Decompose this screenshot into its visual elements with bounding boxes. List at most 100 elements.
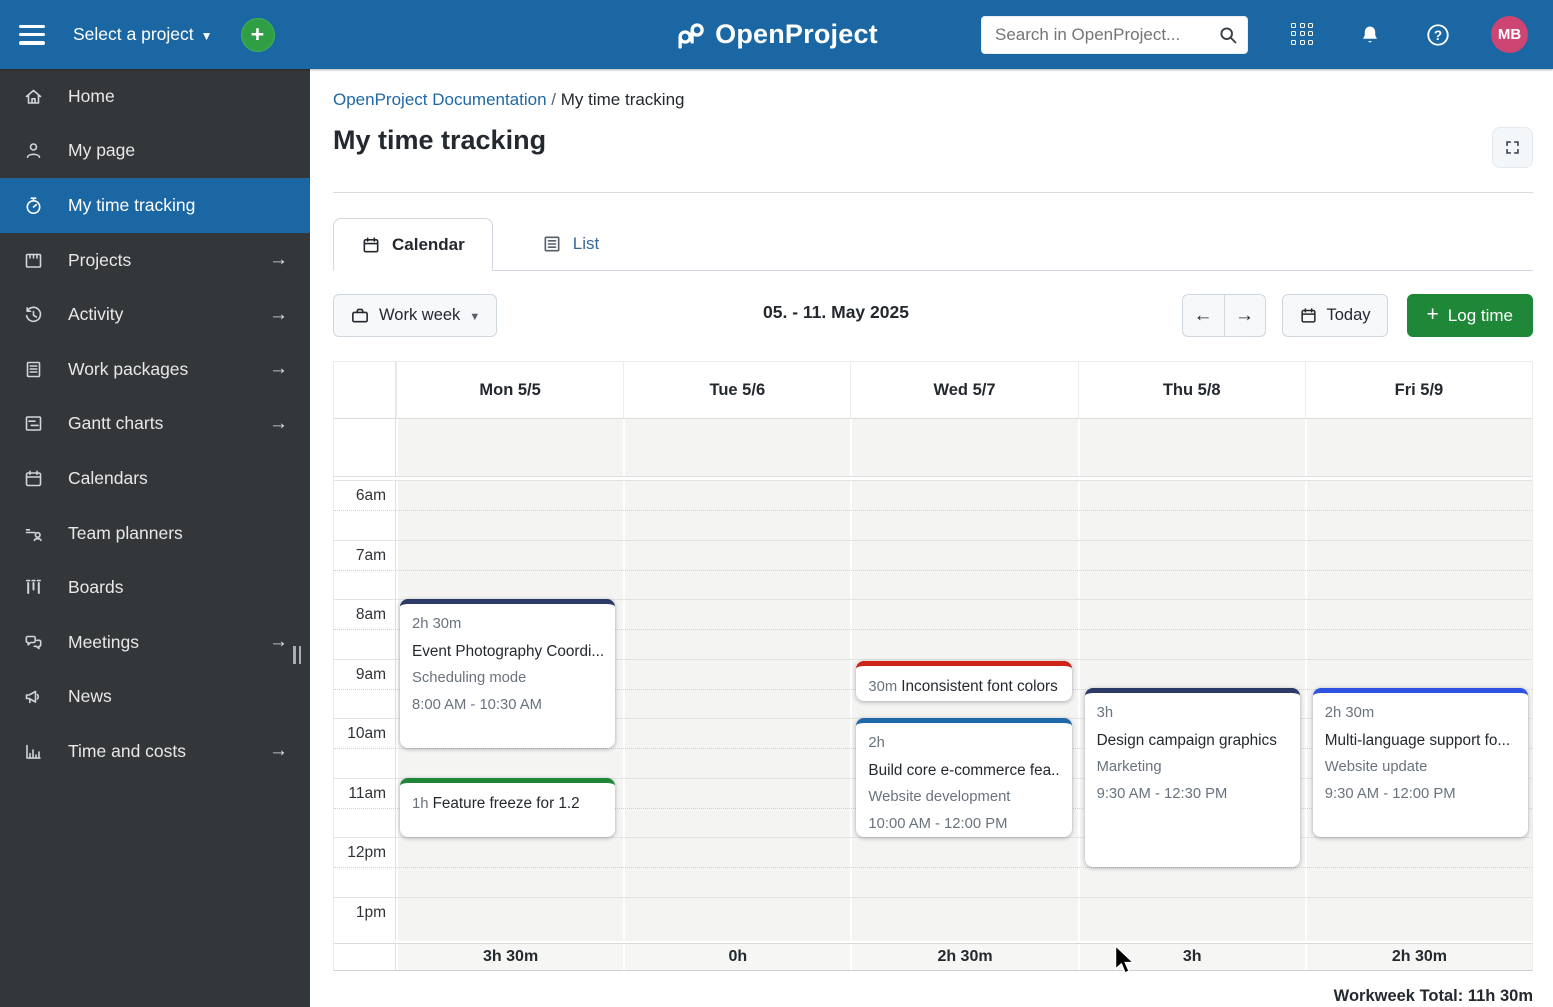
event-content: 3h Design campaign graphics Marketing 9:30 … [1097,700,1288,808]
sidebar-item-meetings[interactable]: Meetings → [0,615,310,670]
sidebar-item-team-planners[interactable]: Team planners [0,506,310,561]
event-subtitle: Website update [1324,759,1428,776]
calendar-event[interactable]: 30m Inconsistent font colors [856,661,1072,702]
calendar-event[interactable]: 3h Design campaign graphics Marketing 9:30 … [1084,688,1300,867]
calendar-cell[interactable] [623,838,851,897]
calendar-cell[interactable] [1077,540,1305,599]
calendar-cell[interactable] [850,540,1078,599]
calendar-event[interactable]: 1h Feature freeze for 1.2 [400,777,616,837]
svg-text:?: ? [1434,27,1442,42]
day-totals-row: 3h 30m 0h 2h 30m 3h 2h 30m [334,942,1533,971]
calendar-cell[interactable] [623,778,851,837]
view-mode-dropdown[interactable]: Work week ▼ [333,294,498,337]
arrow-right-icon: → [269,303,288,325]
day-header: Fri 5/9 [1304,362,1532,418]
calendar-cell[interactable] [623,897,851,941]
project-selector[interactable]: Select a project ▼ [73,24,213,45]
calendar-cell[interactable] [396,897,624,941]
log-time-button[interactable]: + Log time [1406,294,1533,337]
notifications-bell-icon[interactable] [1358,23,1382,47]
day-header: Tue 5/6 [623,362,850,418]
tab-list[interactable]: List [515,218,626,270]
time-label: 8am [355,606,386,623]
event-duration: 2h 30m [1324,705,1375,722]
help-icon[interactable]: ? [1425,22,1451,48]
calendar-cell[interactable] [850,897,1078,941]
openproject-app: Select a project ▼ + OpenProject Search … [0,0,1553,1007]
calendar-cell[interactable] [623,659,851,718]
all-day-cell[interactable] [850,419,1078,476]
search-input[interactable] [982,16,1247,53]
calendar-cell[interactable] [623,540,851,599]
sidebar-item-calendars[interactable]: Calendars [0,451,310,506]
calendar-cell[interactable] [1304,481,1532,540]
openproject-logo-text: OpenProject [715,19,878,49]
fullscreen-button[interactable] [1492,127,1533,168]
calendar-cell[interactable] [396,540,624,599]
sidebar-item-my-time-tracking[interactable]: My time tracking [0,178,310,233]
tab-calendar[interactable]: Calendar [333,218,493,271]
calendar-cell[interactable] [1304,897,1532,941]
next-week-button[interactable]: → [1223,294,1266,337]
search-icon[interactable] [1218,25,1239,46]
sidebar: Home My page My time tracking Projects →… [0,69,310,1007]
calendar-cell[interactable] [623,481,851,540]
calendar-cell[interactable] [1077,600,1305,659]
time-label: 9am [355,665,386,683]
title-divider [333,192,1533,193]
calendar-hour-row: 6am [334,480,1532,540]
topbar-actions: ? MB [981,15,1528,54]
sidebar-resize-handle[interactable] [293,646,301,664]
modules-grid-icon[interactable] [1291,22,1315,47]
calendar-cell[interactable] [623,600,851,659]
chevron-down-icon: ▼ [200,28,213,43]
sidebar-item-work-packages[interactable]: Work packages → [0,342,310,397]
sidebar-item-my-page[interactable]: My page [0,124,310,179]
calendar-cell[interactable] [850,481,1078,540]
sidebar-item-home[interactable]: Home [0,69,310,124]
sidebar-item-gantt-charts[interactable]: Gantt charts → [0,397,310,452]
time-gutter: 1pm [334,897,396,941]
calendar-cell[interactable] [1304,600,1532,659]
today-button[interactable]: Today [1281,294,1388,337]
calendar-cell[interactable] [623,719,851,778]
calendar-event[interactable]: 2h 30m Multi-language support fo... Websit… [1312,688,1528,837]
calendar-toolbar: Work week ▼ 05. - 11. May 2025 ← → Today… [333,294,1533,337]
calendar-hour-row: 1pm [334,896,1532,941]
projects-icon [22,249,44,271]
all-day-cell[interactable] [623,419,851,476]
all-day-cell[interactable] [1077,419,1305,476]
calendar-cell[interactable] [1077,481,1305,540]
all-day-row [334,419,1533,477]
calendar-cell[interactable] [396,838,624,897]
arrow-right-icon: → [269,740,288,762]
bar-chart-icon [22,740,44,762]
calendar-cell[interactable] [850,600,1078,659]
hamburger-menu-icon[interactable] [19,24,45,45]
calendar-event[interactable]: 2h Build core e-commerce fea... Website de… [856,718,1072,837]
calendar-cell[interactable] [850,838,1078,897]
calendar-cell[interactable] [1077,897,1305,941]
previous-week-button[interactable]: ← [1181,294,1224,337]
event-content: 30m Inconsistent font colors [868,673,1059,701]
calendar-cell[interactable] [396,481,624,540]
calendar-cell[interactable] [1304,540,1532,599]
calendar-cell[interactable] [1304,838,1532,897]
sidebar-item-projects[interactable]: Projects → [0,233,310,288]
openproject-logo[interactable]: OpenProject [674,19,878,50]
workweek-total: Workweek Total: 11h 30m [1333,986,1533,1005]
all-day-cell[interactable] [1304,419,1533,476]
global-add-button[interactable]: + [240,17,275,52]
avatar[interactable]: MB [1491,16,1528,53]
time-label: 1pm [355,903,386,921]
gantt-chart-icon [22,413,44,435]
sidebar-item-news[interactable]: News [0,670,310,725]
sidebar-item-boards[interactable]: Boards [0,560,310,615]
sidebar-item-activity[interactable]: Activity → [0,287,310,342]
openproject-logo-mark [678,22,704,49]
event-time: 10:00 AM - 12:00 PM [868,816,1008,832]
breadcrumb-parent-link[interactable]: OpenProject Documentation [333,90,547,109]
calendar-event[interactable]: 2h 30m Event Photography Coordi... Schedul… [400,599,616,748]
all-day-cell[interactable] [396,419,624,476]
sidebar-item-time-and-costs[interactable]: Time and costs → [0,724,310,779]
